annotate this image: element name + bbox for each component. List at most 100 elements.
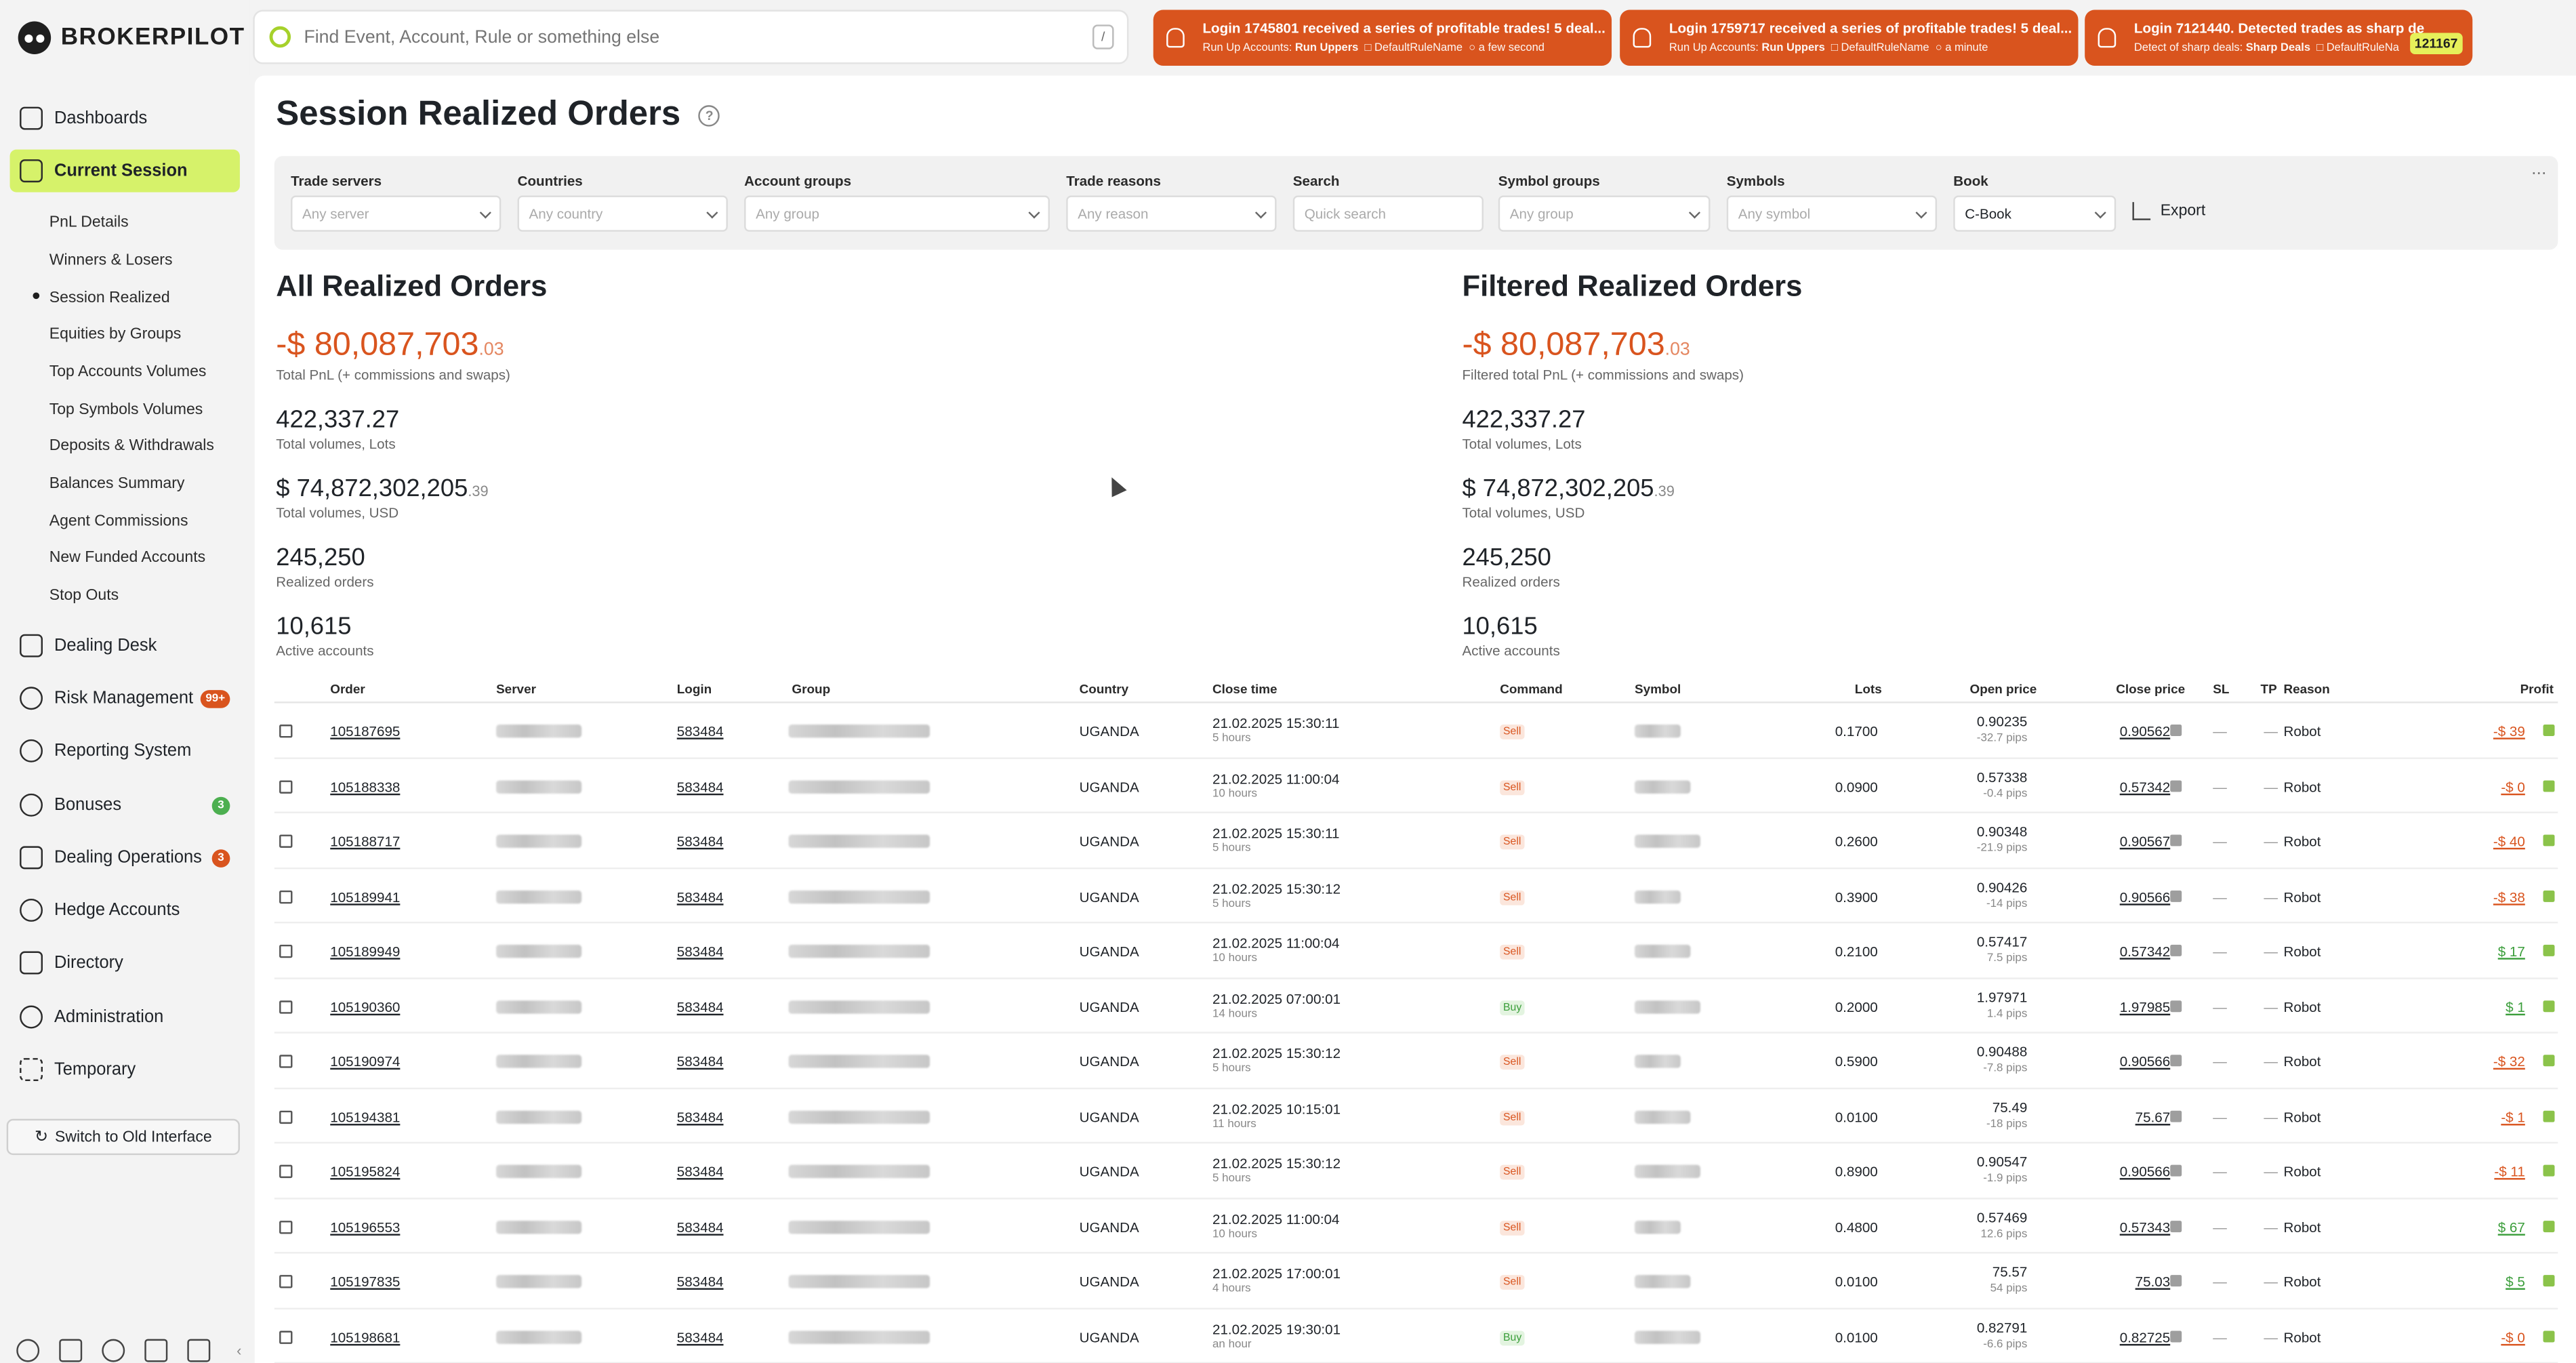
col-order[interactable]: Order [330, 682, 365, 697]
profit-cell[interactable]: -$ 39 [2493, 723, 2525, 739]
profit-chart-icon[interactable] [2543, 834, 2555, 847]
col-group[interactable]: Group [792, 682, 830, 697]
profit-chart-icon[interactable] [2543, 779, 2555, 792]
col-command[interactable]: Command [1500, 682, 1562, 697]
table-row[interactable]: 105187695 583484 UGANDA 21.02.2025 15:30… [274, 704, 2558, 758]
trade-reasons-select[interactable]: Any reason [1066, 195, 1277, 232]
more-options-icon[interactable]: ... [2531, 159, 2546, 179]
profit-cell[interactable]: -$ 0 [2501, 778, 2525, 794]
chart-icon[interactable] [144, 1339, 168, 1362]
order-link[interactable]: 105194381 [330, 1108, 400, 1124]
table-row[interactable]: 105189949 583484 UGANDA 21.02.2025 11:00… [274, 923, 2558, 979]
global-search-input[interactable] [304, 26, 1093, 47]
login-link[interactable]: 583484 [677, 1328, 724, 1345]
trade-servers-select[interactable]: Any server [291, 195, 502, 232]
login-link[interactable]: 583484 [677, 1274, 724, 1290]
table-row[interactable]: 105195824 583484 UGANDA 21.02.2025 15:30… [274, 1143, 2558, 1199]
profit-cell[interactable]: -$ 0 [2501, 1328, 2525, 1345]
notification-toast[interactable]: Login 1759717 received a series of profi… [1620, 9, 2079, 66]
switch-old-interface-button[interactable]: ↻ Switch to Old Interface [6, 1118, 240, 1156]
price-chart-icon[interactable] [2170, 1219, 2182, 1232]
profit-cell[interactable]: -$ 40 [2493, 833, 2525, 849]
login-link[interactable]: 583484 [677, 1108, 724, 1124]
order-link[interactable]: 105188717 [330, 833, 400, 849]
sub-balances-summary[interactable]: Balances Summary [49, 472, 185, 495]
global-search[interactable]: / [253, 9, 1129, 64]
profit-cell[interactable]: $ 1 [2506, 998, 2525, 1015]
nav-bonuses[interactable]: Bonuses 3 [10, 784, 240, 826]
table-row[interactable]: 105197835 583484 UGANDA 21.02.2025 17:00… [274, 1254, 2558, 1309]
login-link[interactable]: 583484 [677, 1053, 724, 1070]
login-link[interactable]: 583484 [677, 888, 724, 904]
nav-directory[interactable]: Directory [10, 941, 240, 984]
profit-chart-icon[interactable] [2543, 1164, 2555, 1177]
col-server[interactable]: Server [496, 682, 536, 697]
price-chart-icon[interactable] [2170, 1000, 2182, 1012]
table-row[interactable]: 105188338 583484 UGANDA 21.02.2025 11:00… [274, 758, 2558, 813]
price-chart-icon[interactable] [2170, 889, 2182, 901]
col-lots[interactable]: Lots [1855, 682, 1882, 697]
book-select[interactable]: C-Book [1953, 195, 2117, 232]
close-price-cell[interactable]: 0.90562 [2120, 723, 2171, 739]
login-link[interactable]: 583484 [677, 943, 724, 959]
sub-equities-by-groups[interactable]: Equities by Groups [49, 322, 182, 345]
sub-pnl-details[interactable]: PnL Details [49, 210, 129, 233]
table-row[interactable]: 105190360 583484 UGANDA 21.02.2025 07:00… [274, 979, 2558, 1034]
col-login[interactable]: Login [677, 682, 712, 697]
profit-cell[interactable]: $ 17 [2498, 943, 2525, 959]
nav-hedge-accounts[interactable]: Hedge Accounts [10, 889, 240, 931]
order-link[interactable]: 105189949 [330, 943, 400, 959]
price-chart-icon[interactable] [2170, 1110, 2182, 1122]
order-link[interactable]: 105195824 [330, 1163, 400, 1179]
order-link[interactable]: 105190360 [330, 998, 400, 1015]
sub-stop-outs[interactable]: Stop Outs [49, 584, 119, 607]
col-open-price[interactable]: Open price [1969, 682, 2037, 697]
login-link[interactable]: 583484 [677, 998, 724, 1015]
profit-cell[interactable]: -$ 11 [2494, 1163, 2524, 1179]
order-link[interactable]: 105197835 [330, 1274, 400, 1290]
logout-icon[interactable] [187, 1339, 211, 1362]
symbol-groups-select[interactable]: Any group [1498, 195, 1711, 232]
nav-dealing-operations[interactable]: Dealing Operations 3 [10, 836, 240, 879]
symbols-select[interactable]: Any symbol [1726, 195, 1938, 232]
sub-deposits-withdrawals[interactable]: Deposits & Withdrawals [49, 434, 214, 457]
close-price-cell[interactable]: 0.57342 [2120, 778, 2171, 794]
table-row[interactable]: 105198681 583484 UGANDA 21.02.2025 19:30… [274, 1309, 2558, 1363]
nav-reporting-system[interactable]: Reporting System [10, 729, 240, 772]
profit-chart-icon[interactable] [2543, 1055, 2555, 1067]
order-link[interactable]: 105196553 [330, 1218, 400, 1234]
account-groups-select[interactable]: Any group [744, 195, 1050, 232]
nav-risk-management[interactable]: Risk Management 99+ [10, 677, 240, 720]
sub-top-symbols-volumes[interactable]: Top Symbols Volumes [49, 398, 203, 421]
close-price-cell[interactable]: 0.90567 [2120, 833, 2171, 849]
close-price-cell[interactable]: 0.82725 [2120, 1328, 2171, 1345]
close-price-cell[interactable]: 0.57342 [2120, 943, 2171, 959]
price-chart-icon[interactable] [2170, 1164, 2182, 1177]
price-chart-icon[interactable] [2170, 1330, 2182, 1342]
logo[interactable]: BROKERPILOT [18, 20, 245, 56]
profit-chart-icon[interactable] [2543, 1330, 2555, 1342]
profit-cell[interactable]: -$ 1 [2501, 1108, 2525, 1124]
col-sl[interactable]: SL [2213, 682, 2229, 697]
close-price-cell[interactable]: 0.90566 [2120, 1163, 2171, 1179]
price-chart-icon[interactable] [2170, 1275, 2182, 1287]
table-row[interactable]: 105196553 583484 UGANDA 21.02.2025 11:00… [274, 1198, 2558, 1254]
login-link[interactable]: 583484 [677, 1218, 724, 1234]
moon-icon[interactable] [102, 1339, 125, 1362]
monitor-icon[interactable] [59, 1339, 83, 1362]
table-row[interactable]: 105190974 583484 UGANDA 21.02.2025 15:30… [274, 1034, 2558, 1089]
settings-icon[interactable] [16, 1339, 40, 1362]
nav-current-session[interactable]: Current Session [9, 149, 240, 192]
profit-cell[interactable]: -$ 38 [2493, 888, 2525, 904]
table-row[interactable]: 105194381 583484 UGANDA 21.02.2025 10:15… [274, 1089, 2558, 1144]
export-button[interactable]: Export [2132, 202, 2205, 220]
close-price-cell[interactable]: 0.57343 [2120, 1218, 2171, 1234]
nav-dealing-desk[interactable]: Dealing Desk [10, 624, 240, 667]
profit-chart-icon[interactable] [2543, 944, 2555, 956]
order-link[interactable]: 105190974 [330, 1053, 400, 1070]
profit-cell[interactable]: $ 67 [2498, 1218, 2525, 1234]
profit-cell[interactable]: -$ 32 [2493, 1053, 2525, 1070]
order-link[interactable]: 105187695 [330, 723, 400, 739]
table-row[interactable]: 105189941 583484 UGANDA 21.02.2025 15:30… [274, 868, 2558, 924]
notification-toast[interactable]: Login 7121440. Detected trades as sharp … [2085, 9, 2473, 66]
